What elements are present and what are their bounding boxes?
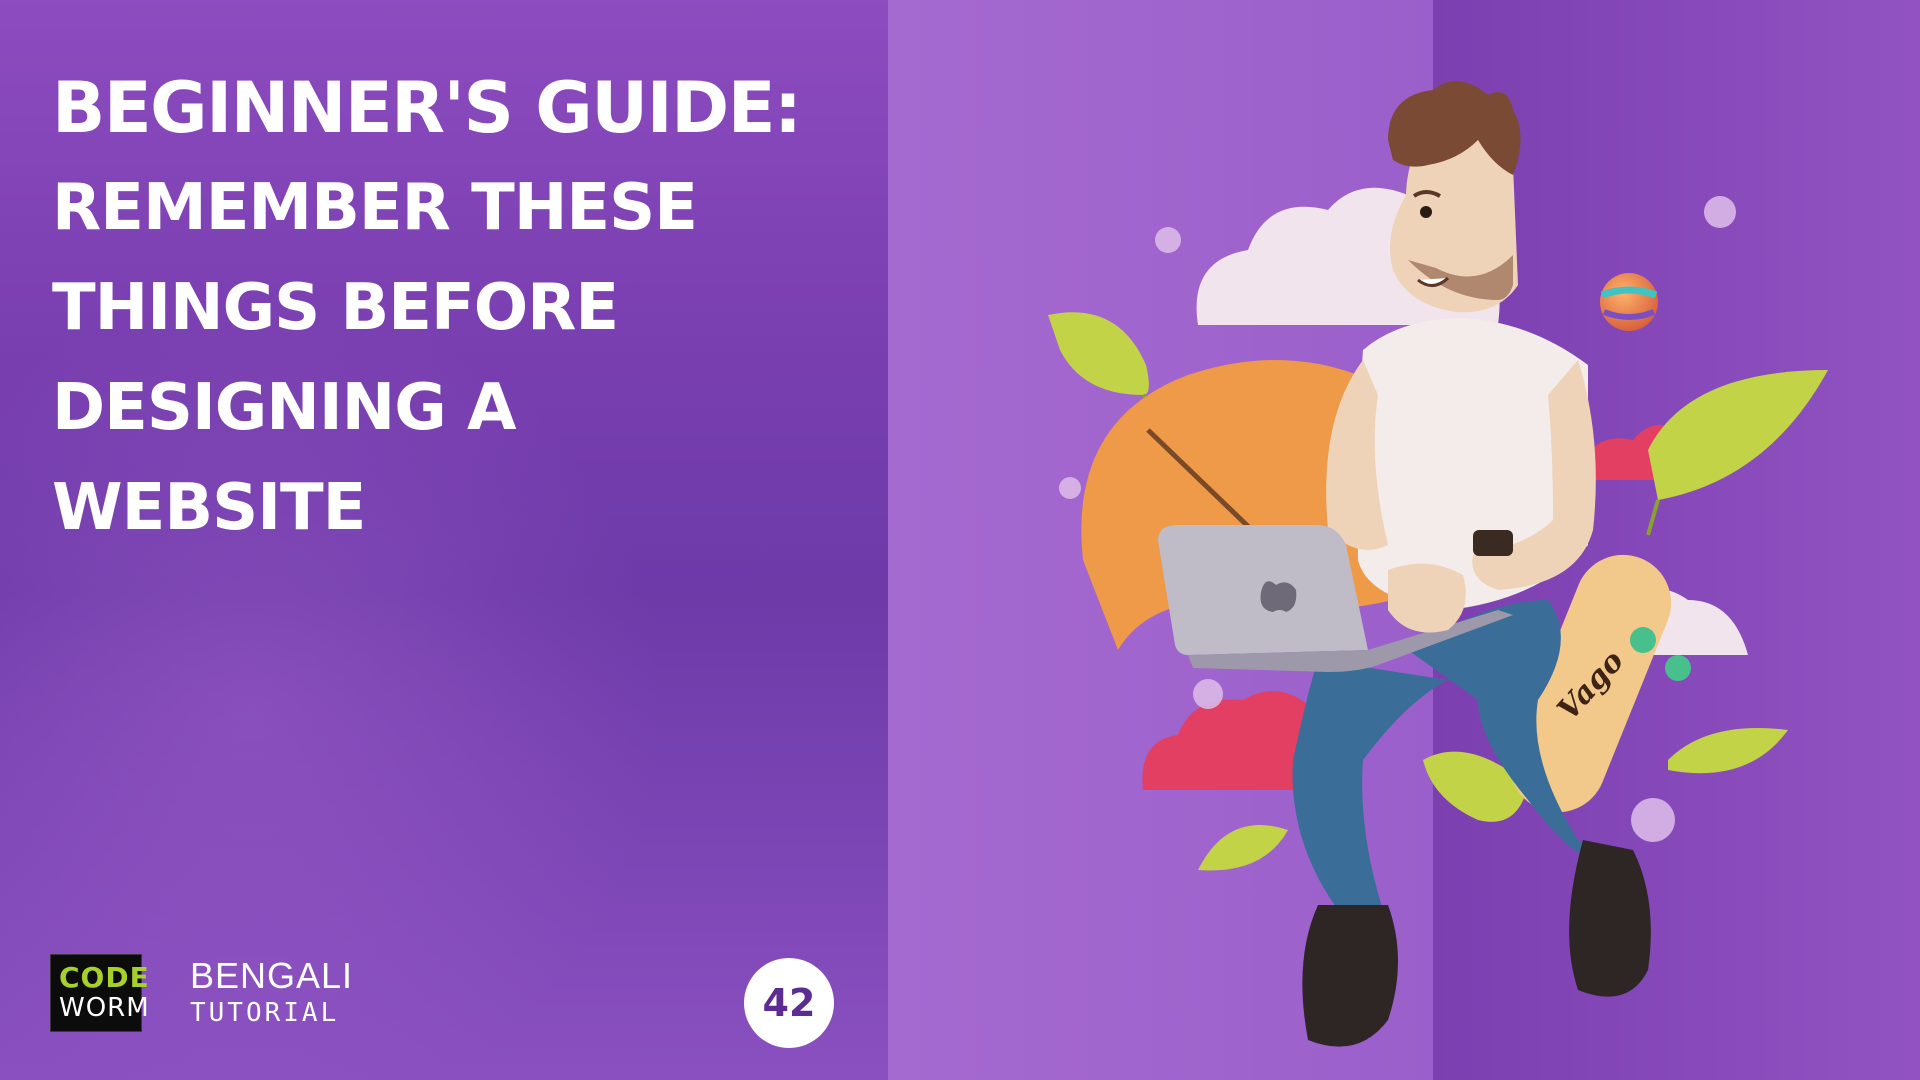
bubble-icon <box>1704 196 1736 228</box>
ball-icon <box>1600 273 1658 331</box>
bubble-icon <box>1155 227 1181 253</box>
right-shoe <box>1569 840 1651 997</box>
title-line-2: REMEMBER THESE <box>52 171 698 245</box>
page-title: BEGINNER'S GUIDE: REMEMBER THESE THINGS … <box>52 58 872 558</box>
wristwatch-icon <box>1473 530 1513 556</box>
developer-illustration: Vago <box>888 0 1920 1080</box>
bubble-icon <box>1631 798 1675 842</box>
left-panel: BEGINNER'S GUIDE: REMEMBER THESE THINGS … <box>0 0 888 1080</box>
eye <box>1420 206 1432 218</box>
bubble-icon <box>1193 679 1223 709</box>
codeworm-logo: CODE WORM <box>50 954 149 1032</box>
title-line-3: THINGS BEFORE <box>52 271 619 345</box>
episode-number-badge: 42 <box>744 958 834 1048</box>
badge-title: BENGALI <box>190 955 354 996</box>
apple-logo-icon <box>1260 581 1297 612</box>
bubble-icon <box>1059 477 1081 499</box>
logo-worm-text: WORM <box>59 993 150 1023</box>
title-line-4: DESIGNING A <box>52 371 517 445</box>
logo-code-text: CODE <box>59 961 150 994</box>
badge-subtitle: TUTORIAL <box>190 998 340 1028</box>
title-line-5: WEBSITE <box>52 471 366 545</box>
title-line-1: BEGINNER'S GUIDE: <box>52 67 802 149</box>
series-badge: BENGALI TUTORIAL <box>190 955 354 1029</box>
illustration-panel: Vago <box>888 0 1920 1080</box>
hand <box>1388 563 1466 633</box>
